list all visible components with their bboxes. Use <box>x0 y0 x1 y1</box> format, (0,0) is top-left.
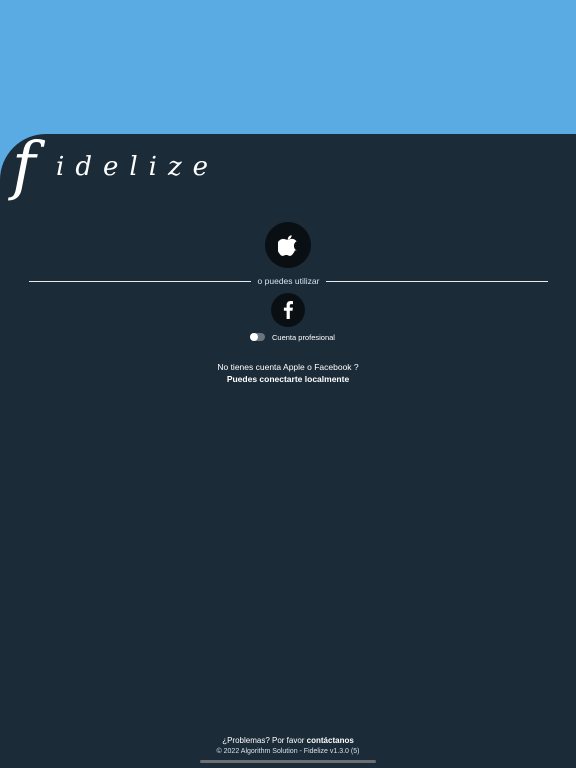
divider-line-left <box>29 280 251 282</box>
local-login-link[interactable]: Puedes conectarte localmente <box>0 374 576 384</box>
logo-initial: f <box>12 129 36 203</box>
apple-logo-icon <box>278 235 297 256</box>
no-account-text: No tienes cuenta Apple o Facebook ? <box>217 362 359 372</box>
pro-account-row: Cuenta profesional <box>250 331 335 343</box>
toggle-knob <box>250 333 258 341</box>
divider-label: o puedes utilizar <box>257 276 320 286</box>
support-line: ¿Problemas? Por favor contáctanos <box>0 736 576 745</box>
contact-link[interactable]: contáctanos <box>307 736 354 745</box>
support-text: ¿Problemas? Por favor <box>222 736 307 745</box>
apple-sign-in-button[interactable] <box>265 222 311 268</box>
header-band <box>0 0 576 135</box>
home-indicator[interactable] <box>200 760 376 763</box>
facebook-logo-icon <box>283 301 293 319</box>
divider-line-right <box>326 280 548 282</box>
login-screen: f idelize o puedes utilizar Cuenta profe… <box>0 0 576 768</box>
login-divider: o puedes utilizar <box>29 273 548 289</box>
copyright-text: © 2022 Algorithm Solution - Fidelize v1.… <box>216 748 360 755</box>
fidelize-logo: f idelize <box>12 129 208 208</box>
pro-account-label: Cuenta profesional <box>272 332 335 342</box>
pro-account-toggle[interactable] <box>250 333 265 341</box>
logo-wordmark: idelize <box>56 152 220 182</box>
facebook-sign-in-button[interactable] <box>271 293 305 327</box>
